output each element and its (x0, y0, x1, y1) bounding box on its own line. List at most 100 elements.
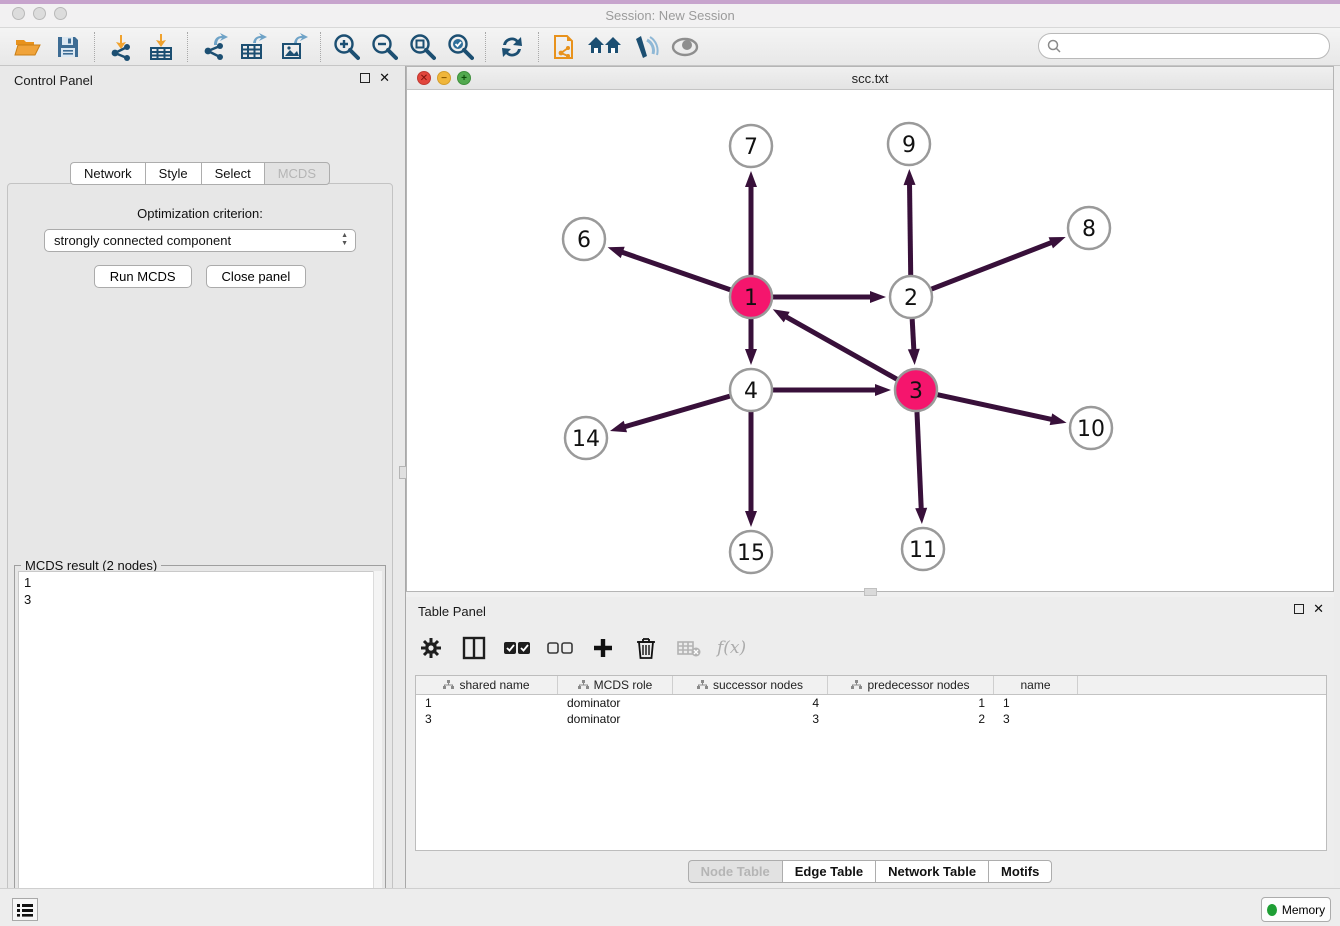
refresh-layout-button[interactable] (492, 30, 532, 64)
tab-style[interactable]: Style (145, 162, 201, 185)
zoom-selected-button[interactable] (441, 30, 479, 64)
tab-mcds[interactable]: MCDS (264, 162, 330, 185)
column-header-predecessor-nodes[interactable]: predecessor nodes (828, 676, 994, 694)
column-header-successor-nodes[interactable]: successor nodes (673, 676, 828, 694)
open-folder-icon (14, 35, 42, 59)
mcds-result-scrollbar[interactable] (373, 571, 382, 926)
magnifier-check-icon (446, 33, 474, 61)
export-table-button[interactable] (234, 30, 274, 64)
table-settings-button[interactable] (416, 633, 446, 663)
delete-column-button[interactable] (631, 633, 661, 663)
deselect-all-button[interactable] (545, 633, 575, 663)
column-header-name[interactable]: name (994, 676, 1078, 694)
save-session-button[interactable] (48, 30, 88, 64)
run-mcds-button[interactable]: Run MCDS (94, 265, 192, 288)
main-toolbar (0, 28, 1340, 66)
graph-edge-3-1[interactable] (785, 316, 897, 379)
table-cell[interactable]: 1 (994, 695, 1078, 711)
checked-boxes-icon (504, 641, 530, 655)
tab-edge-table[interactable]: Edge Table (782, 860, 875, 883)
tab-network-table[interactable]: Network Table (875, 860, 988, 883)
mcds-result-textarea[interactable]: 13 (18, 571, 382, 926)
open-session-button[interactable] (8, 30, 48, 64)
horizontal-split-grip[interactable] (864, 588, 877, 596)
column-header-mcds-role[interactable]: MCDS role (558, 676, 673, 694)
add-column-button[interactable] (588, 633, 618, 663)
table-body: 1dominator4113dominator323 (416, 695, 1326, 727)
graph-node-label: 10 (1077, 417, 1105, 442)
eye-button[interactable] (665, 30, 705, 64)
graph-node-label: 9 (902, 133, 916, 158)
table-row[interactable]: 3dominator323 (416, 711, 1326, 727)
table-cell[interactable]: 4 (673, 695, 828, 711)
table-cell[interactable]: dominator (558, 695, 673, 711)
graph-edge-3-10[interactable] (937, 395, 1052, 420)
graph-edge-2-3[interactable] (912, 319, 914, 351)
titlebar-accent-strip (0, 0, 1340, 4)
graph-node-label: 4 (744, 379, 758, 404)
tab-select[interactable]: Select (201, 162, 264, 185)
status-bar: Memory (0, 888, 1340, 926)
network-file-button[interactable] (545, 30, 585, 64)
control-panel-tabs: NetworkStyleSelectMCDS (0, 162, 400, 185)
optimization-criterion-label: Optimization criterion: (8, 206, 392, 221)
import-table-button[interactable] (141, 30, 181, 64)
column-header-shared-name[interactable]: shared name (416, 676, 558, 694)
table-cell[interactable]: 3 (994, 711, 1078, 727)
table-cell[interactable]: dominator (558, 711, 673, 727)
column-tree-icon (697, 680, 708, 690)
zoom-fit-button[interactable] (403, 30, 441, 64)
graph-node-label: 1 (744, 286, 758, 311)
graph-edge-arrowhead (745, 349, 757, 365)
unchecked-boxes-icon (547, 641, 573, 655)
export-image-button[interactable] (274, 30, 314, 64)
graph-edge-2-8[interactable] (932, 242, 1053, 289)
export-image-icon (280, 33, 308, 61)
table-panel: Table Panel ✕ (406, 597, 1334, 886)
table-panel-float-button[interactable] (1294, 604, 1304, 614)
table-cell[interactable]: 2 (828, 711, 994, 727)
zoom-in-button[interactable] (327, 30, 365, 64)
table-cell[interactable]: 3 (416, 711, 558, 727)
export-network-icon (200, 33, 228, 61)
zoom-out-button[interactable] (365, 30, 403, 64)
home-button[interactable] (585, 30, 625, 64)
graph-edge-3-11[interactable] (917, 412, 921, 510)
memory-status-icon (1267, 904, 1277, 916)
close-panel-button[interactable]: Close panel (206, 265, 307, 288)
graph-edge-2-9[interactable] (910, 183, 911, 275)
gear-icon (420, 637, 442, 659)
table-cell[interactable]: 1 (416, 695, 558, 711)
import-network-button[interactable] (101, 30, 141, 64)
graph-edge-arrowhead (773, 309, 790, 322)
style-paint-button[interactable] (625, 30, 665, 64)
control-panel-close-button[interactable]: ✕ (379, 73, 390, 83)
graph-edge-arrowhead (745, 171, 757, 187)
table-panel-title: Table Panel (418, 604, 486, 619)
select-all-button[interactable] (502, 633, 532, 663)
tab-motifs[interactable]: Motifs (988, 860, 1052, 883)
memory-button[interactable]: Memory (1261, 897, 1331, 922)
graph-node-label: 15 (737, 541, 765, 566)
table-cell[interactable]: 1 (828, 695, 994, 711)
control-panel-float-button[interactable] (360, 73, 370, 83)
export-network-button[interactable] (194, 30, 234, 64)
criterion-dropdown[interactable]: strongly connected component ▲▼ (44, 229, 356, 252)
tab-node-table[interactable]: Node Table (688, 860, 782, 883)
search-input[interactable] (1066, 39, 1321, 54)
graph-node-label: 11 (909, 538, 937, 563)
graph-edge-4-14[interactable] (623, 396, 729, 427)
graph-edge-arrowhead (610, 421, 627, 433)
network-canvas[interactable]: 7968124314101511 (407, 90, 1333, 591)
table-cell[interactable]: 3 (673, 711, 828, 727)
document-network-icon (552, 32, 578, 62)
column-layout-button[interactable] (459, 633, 489, 663)
table-panel-close-button[interactable]: ✕ (1313, 604, 1324, 614)
tab-network[interactable]: Network (70, 162, 145, 185)
toolbar-separator (187, 32, 188, 62)
network-window-titlebar[interactable]: ✕ − + scc.txt (407, 67, 1333, 90)
show-panels-button[interactable] (12, 898, 38, 921)
column-header-label: MCDS role (594, 678, 653, 692)
graph-edge-1-6[interactable] (621, 252, 730, 290)
table-row[interactable]: 1dominator411 (416, 695, 1326, 711)
